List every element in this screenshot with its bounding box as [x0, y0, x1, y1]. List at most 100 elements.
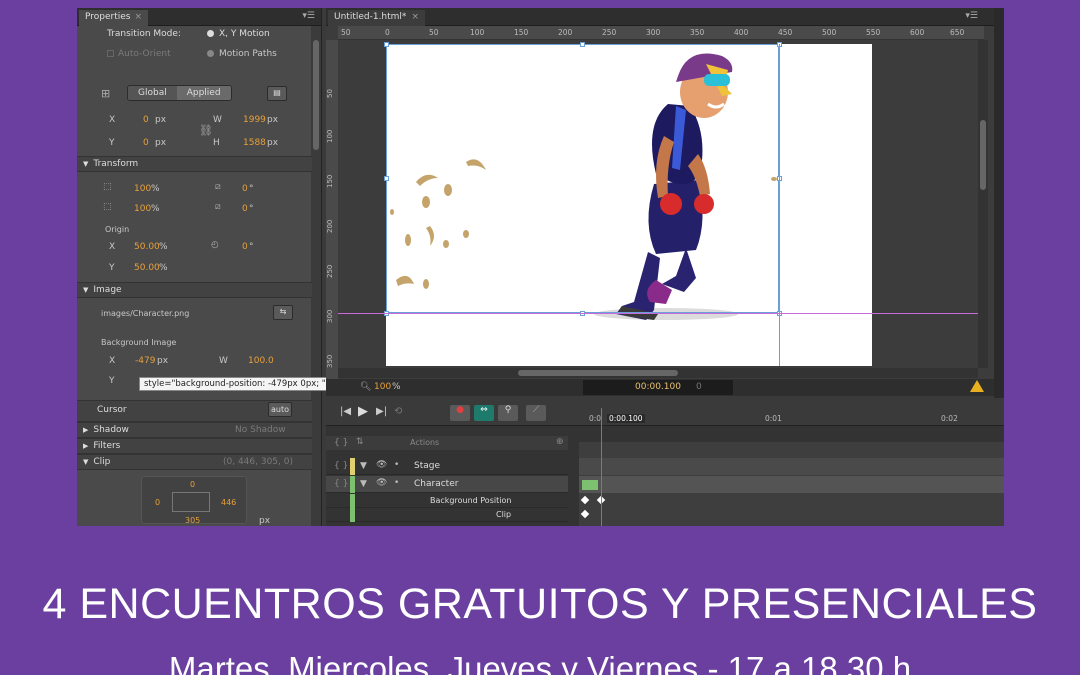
sort-icon[interactable]: ⇅ [356, 437, 364, 447]
auto-keyframe-button[interactable]: ● [450, 405, 470, 421]
origin-x-value[interactable]: 50.00 [134, 242, 160, 252]
scrollbar-thumb[interactable] [313, 40, 319, 150]
timeline-ruler[interactable]: 0:0 0:01 0:02 0:00.100 [579, 412, 1004, 426]
loop-icon[interactable]: ⟲ [394, 406, 402, 417]
brace-icon[interactable]: { } [334, 479, 348, 489]
warning-icon[interactable] [970, 380, 984, 392]
stage-hscrollbar[interactable] [338, 368, 978, 378]
skew-x-value[interactable]: 0 [242, 184, 248, 194]
zoom-value[interactable]: 100 [374, 382, 391, 392]
y-unit[interactable]: px [155, 138, 166, 148]
skew-y-value[interactable]: 0 [242, 204, 248, 214]
lock-dot-icon[interactable]: • [394, 460, 399, 470]
close-icon[interactable]: × [134, 12, 142, 22]
origin-y-value[interactable]: 50.00 [134, 263, 160, 273]
vertical-guide[interactable] [779, 44, 780, 366]
scale-x-value[interactable]: 100 [134, 184, 151, 194]
clip-inner-rect [172, 492, 210, 512]
w-unit[interactable]: px [267, 115, 278, 125]
transform-section-label: Transform [93, 159, 139, 169]
timeline-row-bg-position[interactable]: Background Position [326, 494, 568, 508]
playhead[interactable] [601, 408, 602, 526]
properties-scrollbar[interactable] [311, 26, 321, 526]
horizontal-guide[interactable] [338, 313, 978, 314]
character-track-bar[interactable] [582, 480, 598, 490]
pin-button[interactable]: ⚲ [498, 405, 518, 421]
h-value[interactable]: 1588 [243, 138, 266, 148]
transition-button[interactable]: ⇔ [474, 405, 494, 421]
shadow-section-header[interactable]: ▶ Shadow No Shadow [77, 422, 312, 438]
ruler-tick: 200 [558, 28, 573, 37]
swap-image-icon[interactable]: ⇆ [273, 305, 293, 320]
w-value[interactable]: 1999 [243, 115, 266, 125]
current-time-display[interactable]: 00:00.100 [583, 380, 733, 395]
auto-orient-option[interactable]: Auto-Orient [107, 49, 171, 59]
zoom-icon[interactable]: 🔍︎ [360, 382, 371, 392]
filters-section-header[interactable]: ▶ Filters [77, 438, 312, 454]
x-unit[interactable]: px [155, 115, 166, 125]
character-color-strip [350, 494, 355, 508]
x-value[interactable]: 0 [143, 115, 149, 125]
character-track[interactable] [579, 476, 1004, 493]
play-icon[interactable]: ▶ [358, 404, 368, 419]
horizontal-ruler[interactable]: 50 0 50 100 150 200 250 300 350 400 450 … [338, 26, 984, 40]
rotate-value[interactable]: 0 [242, 242, 248, 252]
expand-triangle-icon[interactable]: ▼ [360, 479, 367, 489]
tab-properties[interactable]: Properties × [79, 10, 149, 26]
timeline-row-clip[interactable]: Clip [326, 508, 568, 522]
resize-handle[interactable] [384, 42, 389, 47]
brace-icon[interactable]: { } [334, 461, 348, 471]
scrollbar-thumb[interactable] [980, 120, 986, 190]
visibility-icon[interactable]: 👁︎ [376, 460, 387, 470]
ruler-tick: 100 [470, 28, 485, 37]
stage-vscrollbar[interactable] [978, 40, 988, 368]
lock-dot-icon[interactable]: • [394, 478, 399, 488]
resize-handle[interactable] [580, 42, 585, 47]
clip-left-value[interactable]: 0 [155, 498, 160, 507]
easing-button[interactable]: ⟋ [526, 405, 546, 421]
motion-paths-option[interactable]: Motion Paths [207, 49, 277, 59]
scale-y-value[interactable]: 100 [134, 204, 151, 214]
clip-top-value[interactable]: 0 [190, 480, 195, 489]
scrollbar-thumb[interactable] [518, 370, 678, 376]
bg-x-value[interactable]: -479 [135, 356, 155, 366]
transform-section-header[interactable]: ▼ Transform [77, 156, 312, 172]
panel-menu-icon[interactable]: ▾☰ [302, 11, 315, 21]
go-to-start-icon[interactable]: |◀ [340, 406, 351, 417]
image-section-header[interactable]: ▼ Image [77, 282, 312, 298]
expand-triangle-icon[interactable]: ▼ [360, 461, 367, 471]
subline: Martes, Miercoles, Jueves y Viernes - 17… [168, 650, 912, 675]
h-unit[interactable]: px [267, 138, 278, 148]
visibility-icon[interactable]: 👁︎ [376, 478, 387, 488]
vertical-ruler[interactable]: 50 100 150 200 250 300 350 [326, 40, 338, 380]
clip-bottom-value[interactable]: 305 [185, 516, 200, 525]
registration-grid-icon[interactable]: ⊞ [101, 87, 110, 100]
applied-button[interactable]: Applied [176, 86, 231, 100]
global-button[interactable]: Global [128, 86, 177, 100]
clip-section-header[interactable]: ▼ Clip (0, 446, 305, 0) [77, 454, 312, 470]
cursor-select[interactable]: auto [268, 402, 292, 417]
y-value[interactable]: 0 [143, 138, 149, 148]
stage-track[interactable] [579, 458, 1004, 475]
go-to-end-icon[interactable]: ▶| [376, 406, 387, 417]
transition-xy-option[interactable]: X, Y Motion [207, 29, 270, 39]
selection-box[interactable] [386, 44, 779, 313]
timeline-row-character[interactable]: { } ▼ 👁︎ • Character [326, 476, 568, 493]
timeline-row-stage[interactable]: { } ▼ 👁︎ • Stage [326, 458, 568, 475]
layout-preset-icon[interactable]: ▤ [267, 86, 287, 101]
close-icon[interactable]: × [411, 12, 419, 22]
bg-w-value[interactable]: 100.0 [248, 356, 274, 366]
brace-icon[interactable]: { } [334, 438, 348, 448]
ruler-tick: 350 [690, 28, 705, 37]
vruler-tick: 100 [326, 129, 334, 143]
link-dimensions-icon[interactable]: ⛓ [199, 124, 213, 137]
clip-right-value[interactable]: 446 [221, 498, 236, 507]
add-action-icon[interactable]: ⊕ [556, 437, 564, 447]
vruler-tick: 50 [326, 89, 334, 98]
bg-image-label: Background Image [101, 338, 177, 347]
image-path[interactable]: images/Character.png [101, 309, 189, 318]
transition-mode-label: Transition Mode: [107, 29, 181, 39]
resize-handle[interactable] [384, 176, 389, 181]
tab-untitled[interactable]: Untitled-1.html* × [328, 10, 425, 26]
panel-menu-icon[interactable]: ▾☰ [965, 11, 978, 21]
